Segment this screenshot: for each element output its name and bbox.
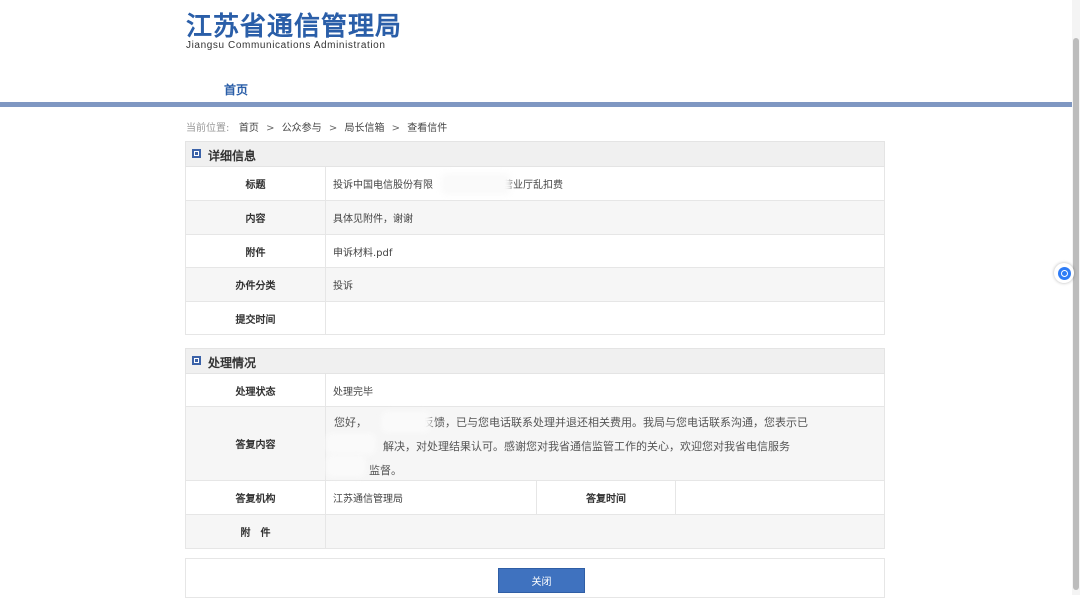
agency-value: 江苏通信管理局 [333, 494, 403, 505]
processing-section-header: 处理情况 [185, 348, 885, 374]
reply-attachment-label: 附 件 [186, 515, 326, 548]
agency-label: 答复机构 [186, 481, 326, 514]
processing-row-agency: 答复机构 江苏通信管理局 答复时间 [185, 481, 885, 515]
processing-row-attachment: 附 件 [185, 515, 885, 549]
close-button[interactable]: 关闭 [498, 568, 585, 593]
detail-row-category: 办件分类 投诉 [185, 268, 885, 302]
section-bullet-icon [192, 356, 201, 365]
breadcrumb: 当前位置: 首页 > 公众参与 > 局长信箱 > 查看信件 [186, 119, 447, 134]
detail-row-content: 内容 具体见附件，谢谢 [185, 201, 885, 235]
attachment-link[interactable]: 申诉材料.pdf [333, 235, 392, 267]
breadcrumb-separator: > [391, 123, 401, 134]
category-value: 投诉 [333, 281, 353, 292]
detail-row-title: 标题 投诉中国电信股份有限 营业厅乱扣费 [185, 167, 885, 201]
reply-time-label: 答复时间 [536, 481, 676, 514]
reply-label: 答复内容 [186, 407, 326, 480]
floating-assistant-icon[interactable] [1054, 263, 1074, 283]
redaction-mask [381, 411, 431, 433]
reply-line: 监督。 [334, 464, 402, 477]
breadcrumb-public-participation[interactable]: 公众参与 [282, 123, 322, 134]
detail-row-submit-time: 提交时间 [185, 302, 885, 335]
detail-section-title: 详细信息 [208, 149, 257, 163]
breadcrumb-home[interactable]: 首页 [239, 123, 259, 134]
breadcrumb-separator: > [266, 123, 275, 134]
content-label: 内容 [186, 201, 326, 234]
chat-bubble-icon [1057, 266, 1071, 280]
redaction-mask [326, 455, 366, 477]
breadcrumb-label: 当前位置: [186, 123, 230, 134]
attachment-label: 附件 [186, 235, 326, 267]
submit-time-label: 提交时间 [186, 302, 326, 334]
breadcrumb-director-mailbox[interactable]: 局长信箱 [344, 123, 384, 134]
detail-section-header: 详细信息 [185, 141, 885, 167]
content-value: 具体见附件，谢谢 [333, 214, 413, 225]
status-label: 处理状态 [186, 374, 326, 406]
processing-row-status: 处理状态 处理完毕 [185, 374, 885, 407]
status-value: 处理完毕 [333, 386, 373, 398]
nav-bar [0, 102, 1072, 107]
scrollbar-thumb[interactable] [1073, 38, 1079, 590]
processing-row-reply: 答复内容 您好， 反馈，已与您电话联系处理并退还相关费用。我局与您电话联系沟通，… [185, 407, 885, 481]
nav-home-link[interactable]: 首页 [224, 81, 248, 98]
processing-section-title: 处理情况 [208, 356, 257, 370]
site-logo-title[interactable]: 江苏省通信管理局 [186, 6, 402, 43]
vertical-scrollbar[interactable] [1072, 0, 1080, 595]
site-logo-subtitle: Jiangsu Communications Administration [186, 40, 386, 51]
redaction-mask [441, 173, 511, 195]
title-label: 标题 [186, 167, 326, 200]
breadcrumb-separator: > [328, 123, 338, 134]
detail-row-attachment: 附件 申诉材料.pdf [185, 235, 885, 268]
site-header: 江苏省通信管理局 Jiangsu Communications Administ… [0, 0, 1072, 108]
reply-line: 解决，对处理结果认可。感谢您对我省通信监管工作的关心，欢迎您对我省电信服务 [334, 440, 790, 453]
title-value-end: 营业厅乱扣费 [503, 180, 563, 191]
category-label: 办件分类 [186, 268, 326, 301]
title-value-start: 投诉中国电信股份有限 [333, 180, 433, 191]
section-bullet-icon [192, 149, 201, 158]
redaction-mask [326, 433, 376, 455]
breadcrumb-view-letter: 查看信件 [407, 123, 448, 134]
